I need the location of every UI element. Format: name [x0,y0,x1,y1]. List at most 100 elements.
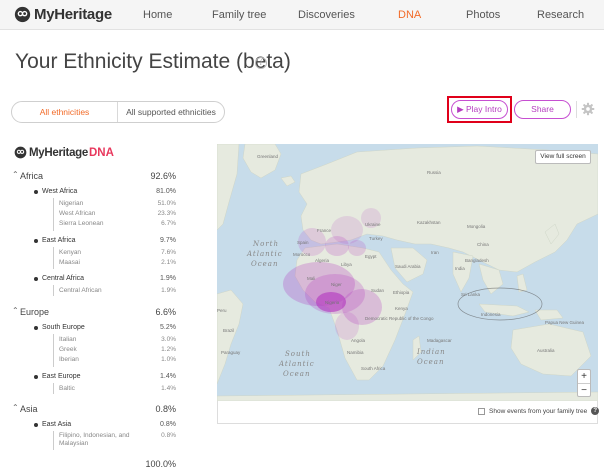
zoom-in-button[interactable]: + [578,370,590,383]
map-label: Sudan [371,288,385,293]
gear-icon[interactable] [581,102,595,116]
leaf-divider [53,431,54,450]
myheritage-dna-logo: MyHeritage DNA [14,146,114,159]
map-label: Bangladesh [465,258,489,263]
tab-all-ethnicities[interactable]: All ethnicities [12,102,118,122]
map-label: Australia [537,348,555,353]
ethnicity-pct: 0.8% [161,432,176,439]
myheritage-dna-logo-icon [14,146,27,159]
region-name-asia[interactable]: Asia [20,404,38,414]
group-pct: 0.8% [160,421,176,428]
map-label: Nigeria [325,300,340,305]
ethnicity-name: Central African [59,287,102,294]
map-label: India [455,266,465,271]
map-label: Ethiopia [393,290,410,295]
ethnicity-pct: 1.4% [161,385,176,392]
page-title: Your Ethnicity Estimate (beta) [15,50,291,73]
ethnicity-map[interactable]: Greenland Russia Kazakhstan Mongolia Chi… [217,144,598,401]
nav-family-tree[interactable]: Family tree [212,9,266,21]
nav-discoveries[interactable]: Discoveries [298,9,355,21]
ethnicity-name: Kenyan [59,249,82,256]
help-icon[interactable]: ? [591,407,600,415]
region-pct-africa: 92.6% [150,171,176,181]
chevron-up-icon[interactable]: ⌃ [12,403,19,412]
share-button[interactable]: Share [514,100,571,119]
group-name: East Africa [42,237,76,244]
ethnicity-pct: 7.6% [161,249,176,256]
region-name-europe[interactable]: Europe [20,307,49,317]
top-nav: MyHeritage Home Family tree Discoveries … [0,0,604,30]
region-name-africa[interactable]: Africa [20,171,43,181]
zoom-control: + − [577,369,591,397]
map-label: South Africa [361,366,386,371]
map-label: Libya [341,262,352,267]
total-pct: 100.0% [145,459,176,469]
ethnicity-pct: 2.1% [161,259,176,266]
map-label: Iran [431,250,439,255]
leaf-divider [53,285,54,296]
map-label: Indonesia [481,312,501,317]
view-full-screen-button[interactable]: View full screen [535,150,591,164]
leaf-divider [53,383,54,394]
nav-dna[interactable]: DNA [398,9,421,21]
map-label: Kazakhstan [417,220,441,225]
group-name: East Asia [42,421,72,428]
ethnicity-name: Iberian [59,356,79,363]
ethnicity-name: Maasai [59,259,80,266]
map-label: Algeria [315,258,330,263]
group-name: Central Africa [42,275,85,282]
ocean-label: South [285,350,311,358]
nav-photos[interactable]: Photos [466,9,500,21]
bullet-icon [34,190,38,194]
map-label: Greenland [257,154,279,159]
map-label: France [317,228,332,233]
dna-logo-brand: MyHeritage [29,146,88,159]
ethnicity-name: Greek [59,346,77,353]
map-label: Russia [427,170,441,175]
group-pct: 81.0% [156,188,176,195]
ocean-label: Atlantic [246,250,283,258]
group-name: East Europe [42,373,81,380]
map-label: Papua New Guinea [545,320,585,325]
map-label: Turkey [369,236,383,241]
ethnicity-pct: 51.0% [157,200,176,207]
map-label: Namibia [347,350,364,355]
chevron-up-icon[interactable]: ⌃ [12,170,19,179]
play-intro-button[interactable]: ▶ Play Intro [451,100,508,119]
map-label: China [477,242,489,247]
logo-text: MyHeritage [34,6,112,23]
group-pct: 9.7% [160,237,176,244]
ethnicity-filter-toggle: All ethnicities All supported ethnicitie… [11,101,225,123]
nav-research[interactable]: Research [537,9,584,21]
group-pct: 1.4% [160,373,176,380]
map-label: Niger [331,282,342,287]
myheritage-logo[interactable]: MyHeritage [14,6,112,23]
ocean-label: North [252,240,279,248]
ocean-label: Atlantic [278,360,315,368]
ethnicity-name: West African [59,210,96,217]
zoom-out-button[interactable]: − [578,383,590,396]
ethnicity-pct: 1.0% [161,356,176,363]
tab-all-supported-ethnicities[interactable]: All supported ethnicities [118,102,224,122]
myheritage-logo-icon [14,6,31,23]
nav-home[interactable]: Home [143,9,172,21]
divider [576,101,577,118]
bullet-icon [34,326,38,330]
show-events-checkbox[interactable] [478,407,485,415]
map-label: Ukraine [365,222,381,227]
map-label: Madagascar [427,338,452,343]
info-icon[interactable]: i [255,57,267,69]
show-events-label[interactable]: Show events from your family tree [489,408,587,415]
group-name: West Africa [42,188,78,195]
map-label: Democratic Republic of the Congo [365,316,434,321]
ocean-label: Ocean [251,260,278,268]
map-label: Mongolia [467,224,486,229]
map-label: Angola [351,338,366,343]
region-pct-asia: 0.8% [155,404,176,414]
ethnicity-pct: 6.7% [161,220,176,227]
ethnicity-name: Sierra Leonean [59,220,104,227]
chevron-up-icon[interactable]: ⌃ [12,306,19,315]
ocean-label: Ocean [417,358,444,366]
map-label: Egypt [365,254,377,259]
ethnicity-name: Nigerian [59,200,84,207]
